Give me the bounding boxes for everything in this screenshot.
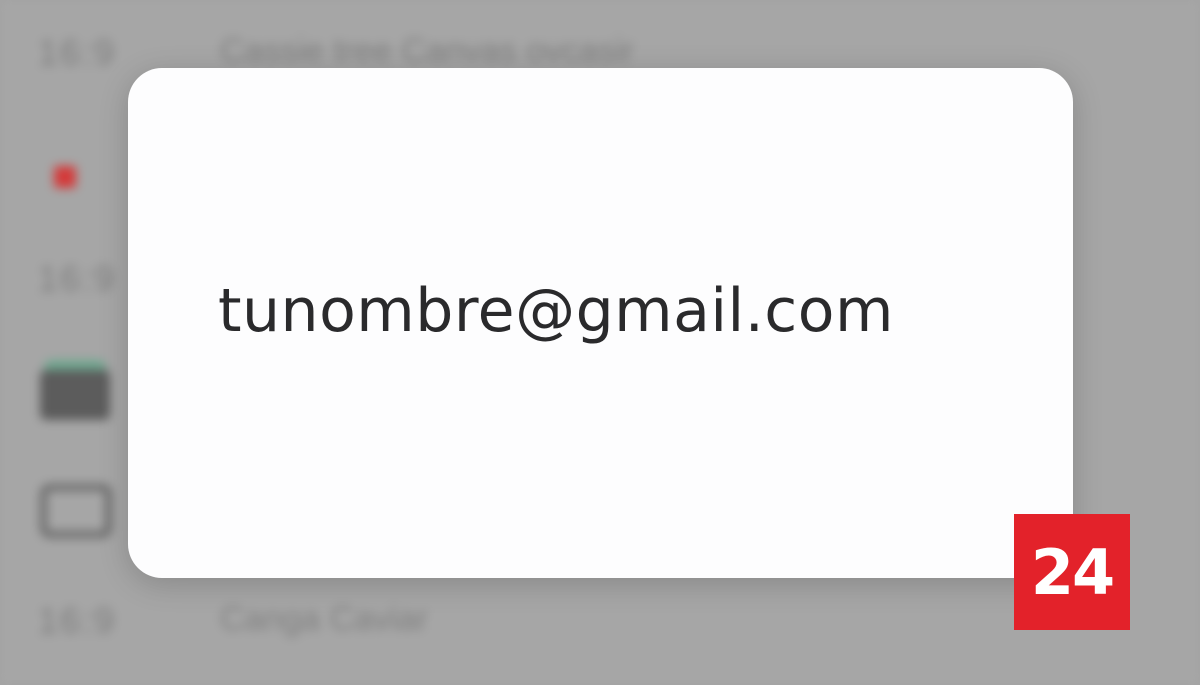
list-item-time: 16:9 (38, 600, 117, 641)
email-dialog: tunombre@gmail.com (128, 68, 1073, 578)
list-item-time: 16:9 (38, 258, 117, 299)
logo-text: 24 (1030, 535, 1115, 609)
list-item-title: Cassie tree Canvas ovcasir (220, 32, 634, 70)
folder-icon (40, 360, 110, 420)
red-status-icon (54, 166, 76, 188)
chat-icon (40, 484, 112, 538)
channel-24-logo: 24 (1014, 514, 1130, 630)
list-item-title: Canga Caviar (220, 600, 428, 638)
list-item-time: 16:9 (38, 32, 117, 73)
email-address-text[interactable]: tunombre@gmail.com (218, 276, 894, 346)
